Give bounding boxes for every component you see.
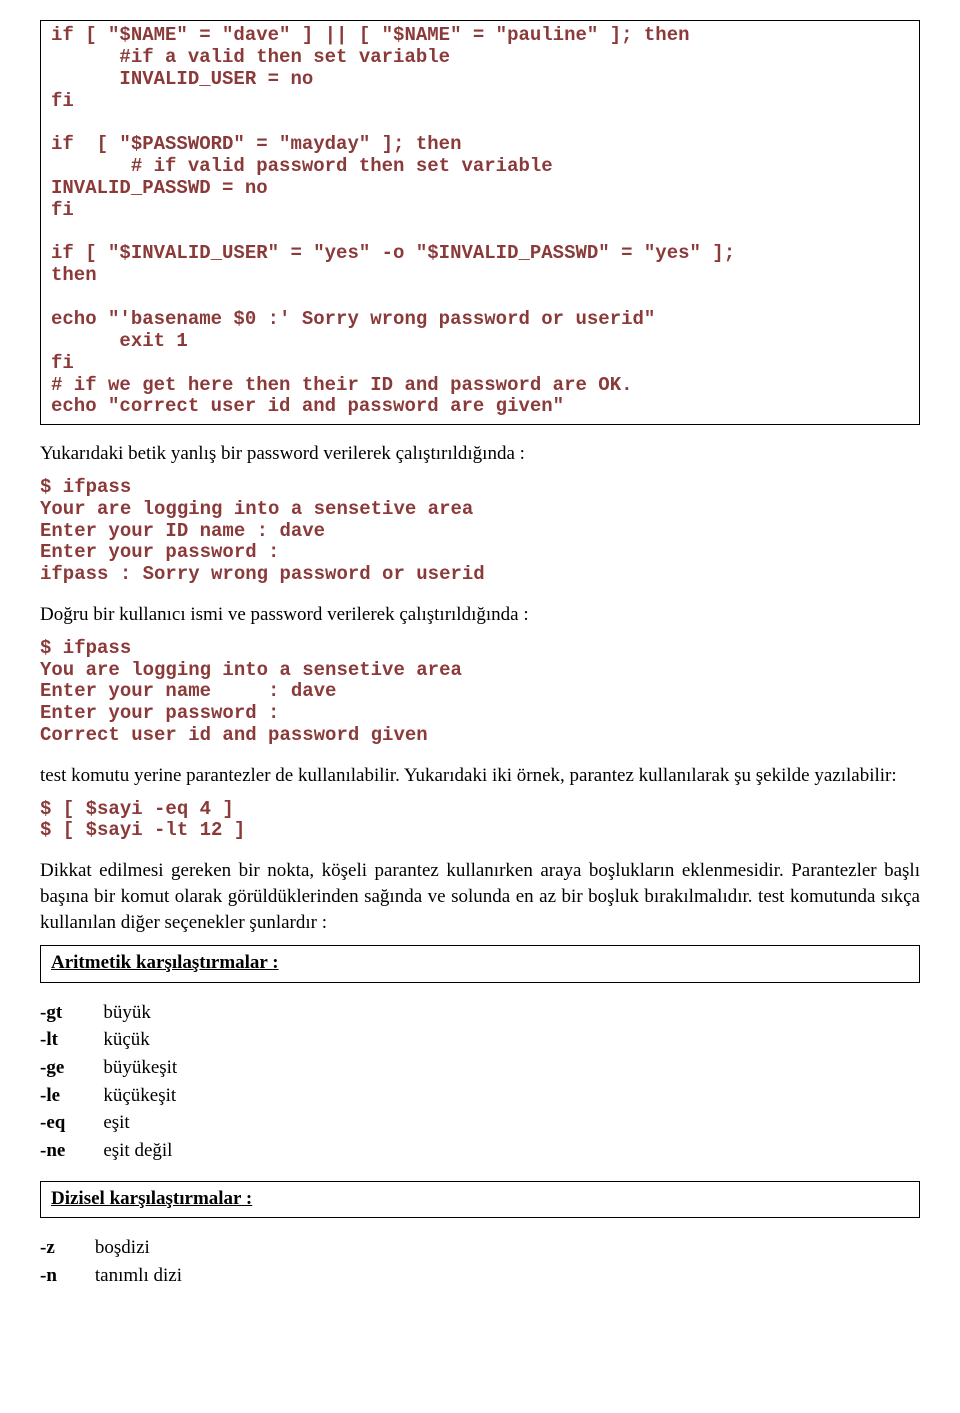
option-value: büyük — [103, 999, 177, 1027]
option-key: -eq — [40, 1109, 103, 1137]
code-box-1: if [ "$NAME" = "dave" ] || [ "$NAME" = "… — [40, 20, 920, 425]
heading-box-1: Aritmetik karşılaştırmalar : — [40, 945, 920, 983]
table-row: -zboşdizi — [40, 1234, 182, 1262]
table-row: -gebüyükeşit — [40, 1054, 177, 1082]
option-key: -lt — [40, 1026, 103, 1054]
option-value: küçük — [103, 1026, 177, 1054]
option-key: -ge — [40, 1054, 103, 1082]
table-row: -ntanımlı dizi — [40, 1262, 182, 1290]
heading-string: Dizisel karşılaştırmalar : — [51, 1186, 909, 1212]
code-block-1: $ ifpass Your are logging into a senseti… — [40, 477, 920, 586]
table-string: -zboşdizi-ntanımlı dizi — [40, 1234, 182, 1289]
table-row: -ltküçük — [40, 1026, 177, 1054]
option-value: boşdizi — [95, 1234, 182, 1262]
code-box-1-content: if [ "$NAME" = "dave" ] || [ "$NAME" = "… — [51, 25, 909, 418]
option-key: -ne — [40, 1137, 103, 1165]
paragraph-3: test komutu yerine parantezler de kullan… — [40, 763, 920, 789]
option-value: büyükeşit — [103, 1054, 177, 1082]
option-value: tanımlı dizi — [95, 1262, 182, 1290]
table-row: -eqeşit — [40, 1109, 177, 1137]
option-key: -n — [40, 1262, 95, 1290]
paragraph-2: Doğru bir kullanıcı ismi ve password ver… — [40, 602, 920, 628]
table-row: -neeşit değil — [40, 1137, 177, 1165]
option-key: -z — [40, 1234, 95, 1262]
option-value: küçükeşit — [103, 1082, 177, 1110]
heading-arithmetic: Aritmetik karşılaştırmalar : — [51, 950, 909, 976]
option-key: -gt — [40, 999, 103, 1027]
option-value: eşit değil — [103, 1137, 177, 1165]
option-key: -le — [40, 1082, 103, 1110]
paragraph-1: Yukarıdaki betik yanlış bir password ver… — [40, 441, 920, 467]
table-row: -gtbüyük — [40, 999, 177, 1027]
code-block-3: $ [ $sayi -eq 4 ] $ [ $sayi -lt 12 ] — [40, 799, 920, 843]
table-arithmetic: -gtbüyük-ltküçük-gebüyükeşit-leküçükeşit… — [40, 999, 177, 1165]
code-block-2: $ ifpass You are logging into a sensetiv… — [40, 638, 920, 747]
paragraph-4: Dikkat edilmesi gereken bir nokta, köşel… — [40, 858, 920, 935]
table-row: -leküçükeşit — [40, 1082, 177, 1110]
option-value: eşit — [103, 1109, 177, 1137]
heading-box-2: Dizisel karşılaştırmalar : — [40, 1181, 920, 1219]
